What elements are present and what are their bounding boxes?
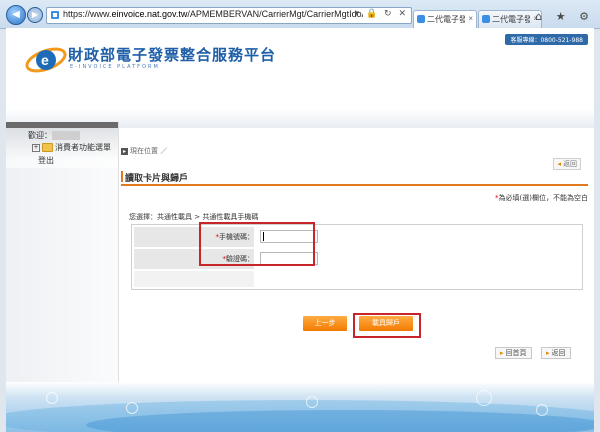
breadcrumb: ▸ 現在位置 ／ bbox=[121, 147, 168, 155]
svg-text:e: e bbox=[41, 52, 49, 68]
address-actions[interactable]: ▾ 🔒 ↻ ✕ bbox=[355, 9, 408, 19]
back-icon[interactable]: ◀ bbox=[6, 5, 26, 25]
site-title[interactable]: 財政部電子發票整合服務平台 bbox=[68, 44, 276, 65]
site-header: e 財政部電子發票整合服務平台 E-INVOICE PLATFORM 客服專線：… bbox=[6, 28, 594, 108]
page-icon bbox=[51, 11, 59, 19]
tab-2[interactable]: 二代電子發票...× bbox=[478, 10, 542, 28]
toolbar-icons[interactable]: ⌂ ★ ⚙ bbox=[535, 10, 594, 23]
arrow-icon: ◂ bbox=[557, 160, 561, 168]
highlight-box-button bbox=[353, 313, 421, 338]
tab-1[interactable]: 二代電子發...× bbox=[413, 10, 477, 28]
close-icon[interactable]: × bbox=[468, 14, 473, 23]
logout-link[interactable]: 登出 bbox=[38, 155, 54, 166]
location-icon: ▸ bbox=[121, 148, 128, 155]
form-row-empty bbox=[132, 271, 582, 287]
tab-favicon-icon bbox=[482, 15, 490, 23]
sidebar: 歡迎： + 消費者功能選單 登出 bbox=[6, 122, 119, 382]
welcome-text: 歡迎： bbox=[28, 130, 80, 141]
expand-icon[interactable]: + bbox=[32, 143, 40, 152]
sidebar-item-consumer-menu[interactable]: + 消費者功能選單 bbox=[32, 142, 111, 153]
tab-favicon-icon bbox=[417, 15, 425, 23]
address-bar[interactable]: https://www.einvoice.nat.gov.tw/APMEMBER… bbox=[46, 7, 412, 24]
arrow-icon: ▸ bbox=[500, 349, 504, 357]
url-text: https://www.einvoice.nat.gov.tw/APMEMBER… bbox=[63, 9, 363, 19]
hotline-badge: 客服專線：0800-521-988 bbox=[505, 34, 588, 45]
selection-text: 您選擇：共通性載具 > 共通性載具手機碼 bbox=[129, 213, 259, 221]
web-page: e 財政部電子發票整合服務平台 E-INVOICE PLATFORM 客服專線：… bbox=[6, 28, 594, 432]
footer-decoration bbox=[6, 382, 594, 432]
required-note: *為必填(選)欄位，不能為空白 bbox=[495, 194, 588, 202]
section-title: 讀取卡片與歸戶 bbox=[121, 168, 588, 186]
back-button[interactable]: ▸ 返回 bbox=[541, 347, 571, 359]
home-button[interactable]: ▸ 回首頁 bbox=[495, 347, 532, 359]
site-logo-icon: e bbox=[25, 47, 67, 73]
forward-icon[interactable]: ▶ bbox=[27, 7, 43, 23]
site-subtitle: E-INVOICE PLATFORM bbox=[70, 64, 160, 70]
arrow-icon: ▸ bbox=[546, 349, 550, 357]
browser-chrome: ◀ ▶ https://www.einvoice.nat.gov.tw/APME… bbox=[0, 0, 600, 29]
highlight-box-inputs bbox=[199, 222, 315, 266]
masked-username bbox=[52, 131, 80, 140]
previous-step-button[interactable]: 上一步 bbox=[303, 316, 347, 331]
folder-icon bbox=[42, 143, 53, 152]
